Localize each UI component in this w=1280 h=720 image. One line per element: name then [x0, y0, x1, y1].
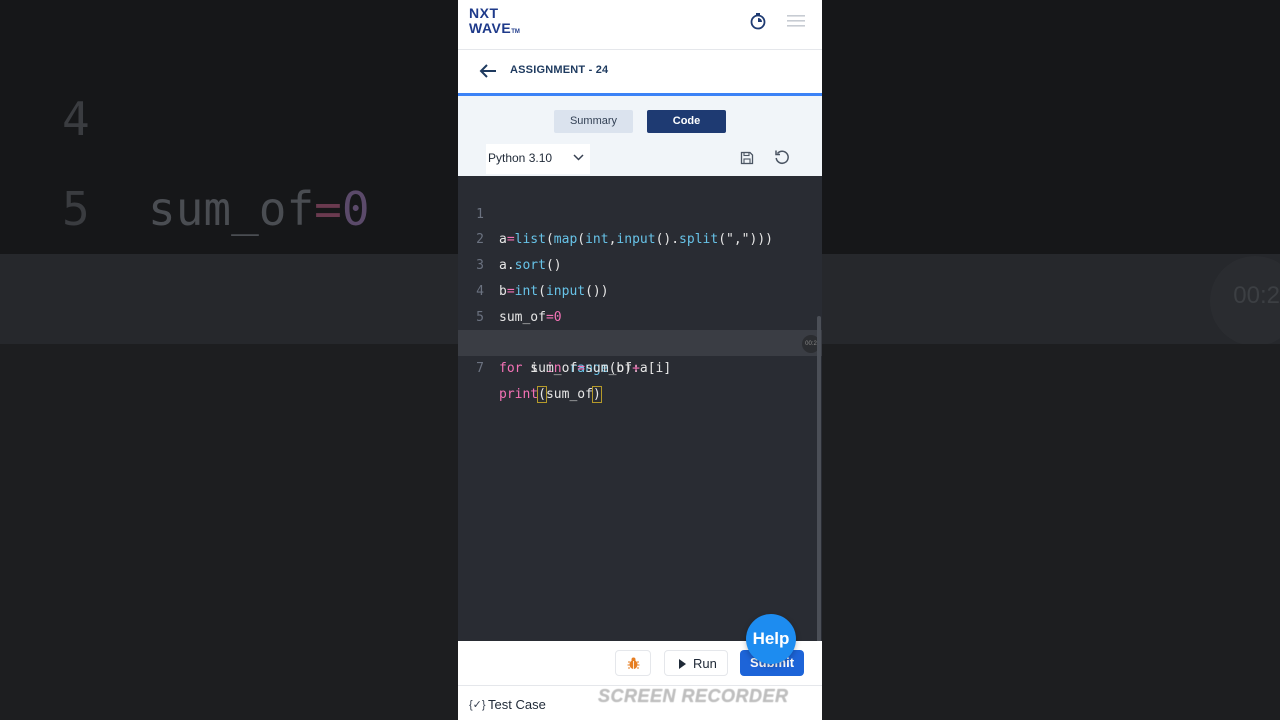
- code-line[interactable]: 2 a.sort(): [458, 202, 822, 273]
- code-panel-header: Summary Code Python 3.10: [458, 96, 822, 176]
- screen-recorder-watermark: SCREEN RECORDER: [598, 686, 789, 706]
- tab-summary[interactable]: Summary: [554, 110, 633, 133]
- reset-icon[interactable]: [774, 149, 790, 165]
- code-text: sum_of=sum_of+a[i]: [499, 360, 672, 376]
- run-label: Run: [693, 656, 717, 671]
- assignment-title: ASSIGNMENT - 24: [510, 64, 609, 76]
- back-arrow-icon[interactable]: [479, 63, 497, 79]
- backdrop-timer: 00:2: [1233, 282, 1280, 309]
- nxtwave-logo[interactable]: NXT WAVETM: [469, 6, 520, 40]
- assignment-header: ASSIGNMENT - 24: [458, 50, 822, 96]
- code-editor[interactable]: 1 a=list(map(int,input().split(","))) 2 …: [458, 176, 822, 720]
- logo-tm: TM: [511, 29, 520, 35]
- top-bar: NXT WAVETM: [458, 0, 822, 50]
- debug-button[interactable]: [615, 650, 651, 676]
- test-case-bar[interactable]: {✓} Test Case SCREEN RECORDER: [458, 685, 822, 720]
- line-number: 7: [476, 360, 484, 376]
- language-label: Python 3.10: [488, 151, 553, 165]
- chevron-down-icon: [573, 154, 584, 161]
- hamburger-menu-icon[interactable]: [787, 14, 805, 28]
- code-line[interactable]: 5 ▾ for i in range(b):: [458, 279, 822, 376]
- save-icon[interactable]: [740, 151, 754, 165]
- play-icon: [679, 659, 686, 669]
- stopwatch-icon[interactable]: [749, 12, 767, 30]
- tab-code[interactable]: Code: [647, 110, 726, 133]
- run-button[interactable]: Run: [664, 650, 728, 676]
- help-button[interactable]: Help: [746, 614, 796, 664]
- logo-top-text: NXT: [469, 5, 499, 21]
- phone-screen: NXT WAVETM ASSIGNMENT - 24 Summary Code …: [458, 0, 822, 720]
- bug-icon: [627, 657, 640, 669]
- test-case-label: Test Case: [488, 697, 546, 712]
- code-line[interactable]: 4 sum_of=0: [458, 253, 822, 325]
- language-select[interactable]: Python 3.10: [486, 144, 590, 174]
- code-text: print(sum_of): [499, 385, 602, 403]
- checklist-icon: {✓}: [469, 699, 486, 711]
- code-line[interactable]: 1 a=list(map(int,input().split(","))): [458, 176, 822, 248]
- code-line[interactable]: 3 b=int(input()): [458, 227, 822, 299]
- logo-bottom-text: WAVE: [469, 20, 512, 36]
- code-line[interactable]: 6 sum_of=sum_of+a[i]: [458, 305, 822, 376]
- code-line-active[interactable]: 7 print(sum_of): [458, 330, 822, 403]
